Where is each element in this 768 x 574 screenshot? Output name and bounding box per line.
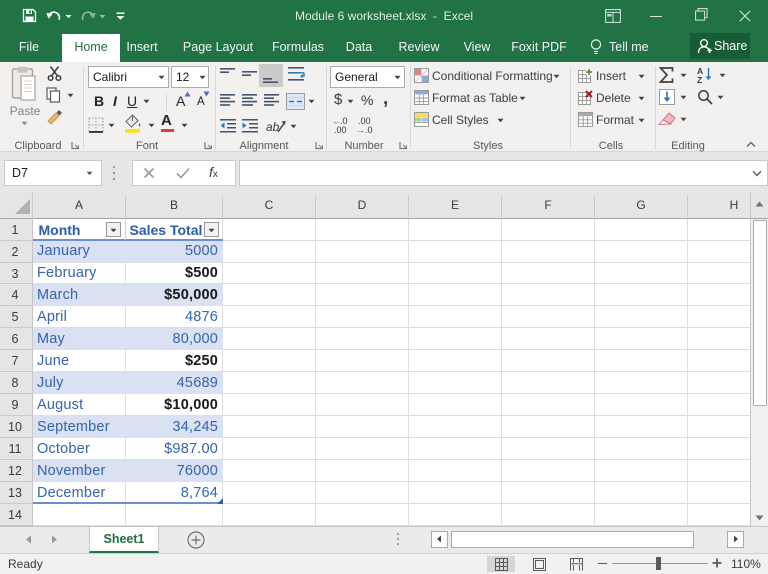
- svg-text:Z: Z: [697, 75, 702, 84]
- svg-text:.00: .00: [334, 125, 347, 134]
- svg-text:.0: .0: [365, 125, 373, 134]
- svg-text:→: →: [356, 125, 365, 134]
- svg-text:ab: ab: [266, 120, 280, 134]
